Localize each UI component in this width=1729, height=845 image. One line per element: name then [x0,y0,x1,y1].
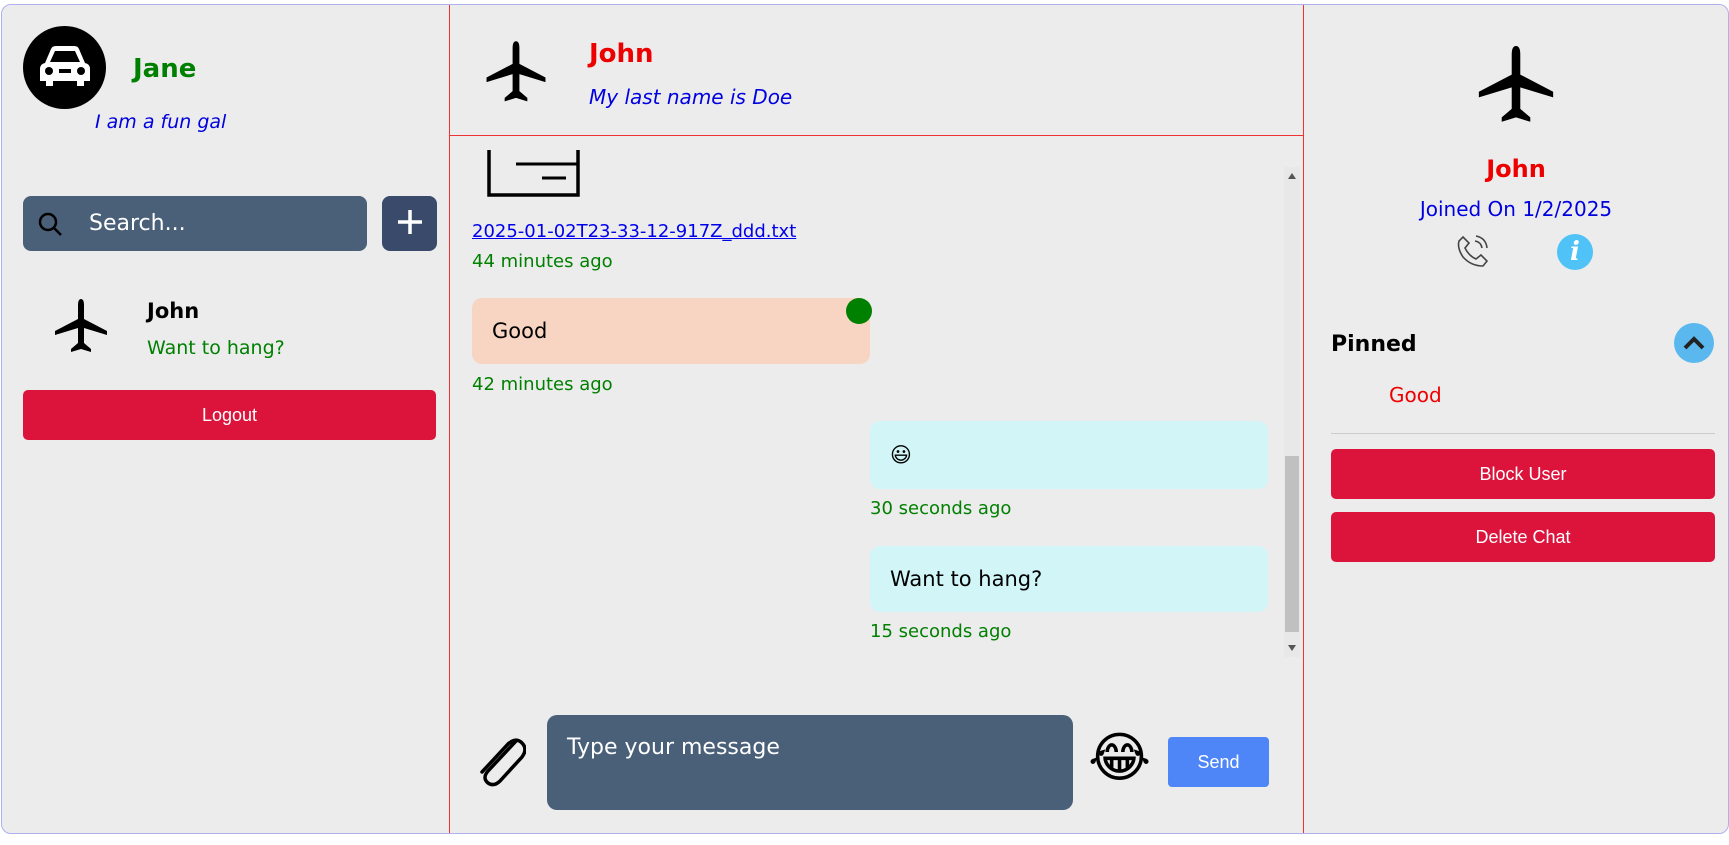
search-input[interactable] [87,210,341,237]
search-box[interactable] [23,196,367,251]
scrollbar[interactable] [1284,167,1300,657]
delete-chat-button[interactable]: Delete Chat [1331,512,1715,562]
chat-contact-name: John [589,39,654,69]
airplane-icon [53,297,109,361]
contact-last-message: Want to hang? [147,337,285,359]
message-time: 15 seconds ago [870,621,1012,642]
pinned-message[interactable]: Good [1389,383,1442,407]
message-time: 42 minutes ago [472,374,613,395]
contact-name: John [147,299,200,323]
emoji-button[interactable]: 😂 [1088,728,1151,788]
plus-icon [396,208,424,240]
sidebar: Jane I am a fun gal John Want to hang? L… [2,5,449,833]
pinned-indicator [846,298,872,324]
chat-contact-subtitle: My last name is Doe [589,85,793,109]
my-avatar[interactable] [23,26,106,109]
add-chat-button[interactable] [382,196,437,251]
message-time: 44 minutes ago [472,251,613,272]
airplane-icon [484,39,548,111]
profile-panel: John Joined On 1/2/2025 i Pinned Good Bl… [1304,5,1728,833]
profile-name: John [1486,155,1546,183]
message-list[interactable]: 2025-01-02T23-33-12-917Z_ddd.txt 44 minu… [450,136,1303,666]
paperclip-icon[interactable] [472,727,527,791]
divider [1331,433,1715,434]
file-link[interactable]: 2025-01-02T23-33-12-917Z_ddd.txt [472,221,796,242]
car-icon [37,43,93,93]
message-input[interactable] [547,715,1073,810]
send-button[interactable]: Send [1168,737,1269,787]
message-text: Want to hang? [890,567,1043,591]
message-text: 😃 [890,443,912,467]
airplane-icon [1476,41,1556,135]
message-bubble[interactable]: Good [472,298,872,364]
block-user-button[interactable]: Block User [1331,449,1715,499]
composer: 😂 Send [450,700,1303,810]
phone-icon[interactable] [1455,233,1491,273]
scroll-up-icon[interactable] [1288,173,1296,179]
chat-app: Jane I am a fun gal John Want to hang? L… [1,4,1729,834]
scrollbar-thumb[interactable] [1285,456,1299,632]
file-icon [486,150,582,204]
my-status: I am a fun gal [95,111,227,133]
chat-panel: John My last name is Doe 2025-01-02T23-3… [449,5,1304,833]
profile-joined: Joined On 1/2/2025 [1419,197,1613,221]
message-bubble[interactable]: Want to hang? [870,546,1268,612]
search-icon [37,209,67,239]
my-name: Jane [133,54,197,84]
chevron-up-icon[interactable] [1674,323,1714,363]
message-text: Good [492,319,548,343]
logout-button[interactable]: Logout [23,390,436,440]
chat-header: John My last name is Doe [450,5,1303,136]
info-icon[interactable]: i [1557,234,1593,270]
pinned-title: Pinned [1331,332,1417,357]
message-bubble[interactable]: 😃 [870,421,1268,489]
message-time: 30 seconds ago [870,498,1012,519]
contact-item[interactable]: John Want to hang? [23,285,437,365]
scroll-down-icon[interactable] [1288,645,1296,651]
